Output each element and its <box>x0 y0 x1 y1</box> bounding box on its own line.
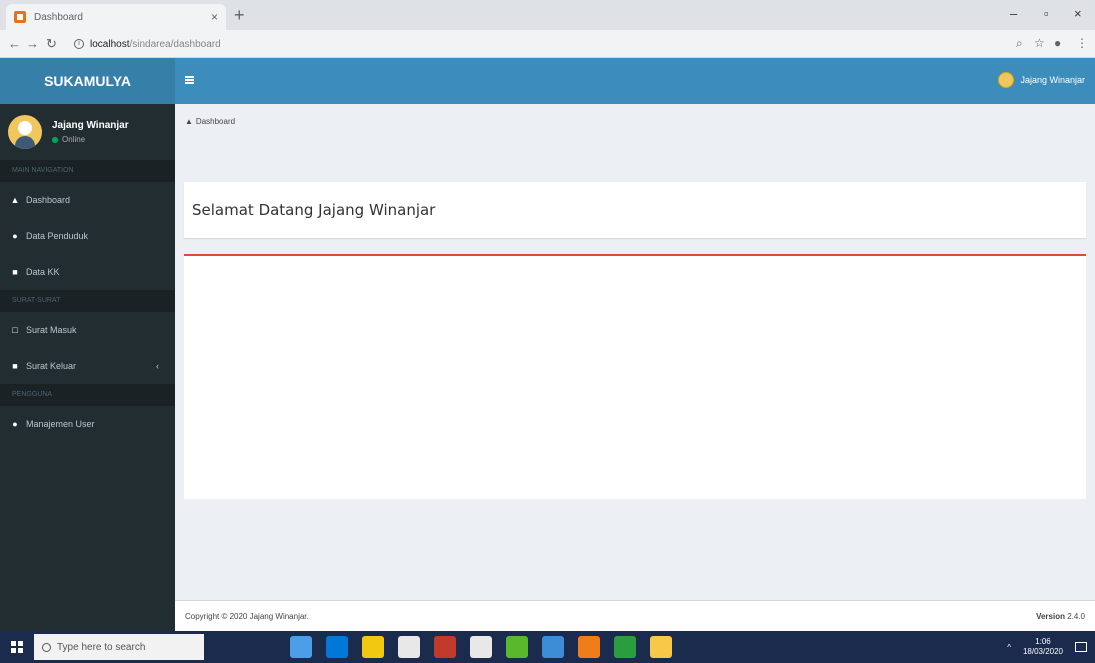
chevron-left-icon: ‹ <box>156 361 159 371</box>
sidebar-item-label: Surat Keluar <box>26 361 77 371</box>
user-panel: Jajang Winanjar Online <box>0 104 175 160</box>
taskbar-app-icon[interactable] <box>398 636 420 658</box>
url-host: localhost <box>90 38 130 50</box>
favicon-icon <box>14 11 26 23</box>
sidebar-item-label: Data KK <box>26 267 60 277</box>
back-arrow-icon[interactable]: ← <box>8 36 21 51</box>
taskbar-app-icon[interactable] <box>362 636 384 658</box>
tab-close-icon[interactable]: × <box>211 10 218 24</box>
zoom-icon[interactable]: ⌕ <box>1016 36 1023 51</box>
address-bar[interactable]: i localhost /sindarea/dashboard <box>70 34 990 54</box>
sidebar-item-label: Data Penduduk <box>26 231 89 241</box>
user-menu[interactable]: Jajang Winanjar <box>998 72 1085 88</box>
reload-icon[interactable]: ↻ <box>46 36 57 52</box>
user-status: Online <box>52 135 129 144</box>
sidebar-item-surat-masuk[interactable]: □ Surat Masuk <box>0 312 175 348</box>
sidebar: Jajang Winanjar Online MAIN NAVIGATION ▲… <box>0 104 175 631</box>
search-icon <box>42 642 51 652</box>
user-avatar-small <box>998 72 1015 88</box>
sidebar-item-label: Surat Masuk <box>26 325 77 335</box>
user-menu-name: Jajang Winanjar <box>1020 75 1085 85</box>
taskbar-app-icons <box>290 636 686 658</box>
sidebar-header-surat: SURAT-SURAT <box>0 290 175 312</box>
tab-title: Dashboard <box>34 11 83 23</box>
minimize-button[interactable]: – <box>1010 6 1017 21</box>
new-tab-button[interactable]: + <box>234 6 245 24</box>
profile-icon[interactable]: ● <box>1054 36 1061 50</box>
taskbar-search[interactable]: Type here to search <box>34 634 204 660</box>
sidebar-item-label: Dashboard <box>26 195 71 205</box>
envelope-icon: □ <box>12 325 18 335</box>
clock-date: 18/03/2020 <box>1022 647 1063 656</box>
sidebar-item-data-kk[interactable]: ■ Data KK <box>0 254 175 290</box>
system-tray: ^ 1:06 18/03/2020 <box>1007 631 1087 663</box>
start-button[interactable] <box>0 631 34 663</box>
browser-toolbar: ← → ↻ i localhost /sindarea/dashboard ⌕ … <box>0 30 1095 58</box>
taskbar-app-icon[interactable] <box>542 636 564 658</box>
bookmark-star-icon[interactable]: ☆ <box>1034 36 1045 50</box>
envelope-filled-icon: ■ <box>12 361 18 371</box>
sidebar-header-pengguna: PENGGUNA <box>0 384 175 406</box>
taskbar-app-icon[interactable] <box>470 636 492 658</box>
taskbar-app-icon[interactable] <box>290 636 312 658</box>
user-manage-icon: ● <box>12 419 18 429</box>
users-icon: ■ <box>12 267 18 277</box>
hamburger-menu-icon[interactable] <box>185 76 194 84</box>
version-value: 2.4.0 <box>1067 611 1085 621</box>
browser-tab[interactable]: Dashboard × <box>6 4 226 30</box>
sidebar-item-dashboard[interactable]: ▲ Dashboard <box>0 182 175 218</box>
close-window-button[interactable]: × <box>1074 6 1082 21</box>
version-label: Version <box>1036 611 1065 621</box>
clock-time: 1:06 <box>1035 637 1051 646</box>
app-window: SUKAMULYA Jajang Winanjar Jajang Winanja… <box>0 58 1095 631</box>
taskbar-app-icon[interactable] <box>434 636 456 658</box>
footer-version: Version 2.4.0 <box>1036 612 1085 621</box>
browser-tab-bar: Dashboard × + – ▫ × <box>0 0 1095 30</box>
menu-dots-icon[interactable]: ⋮ <box>1076 36 1088 50</box>
sidebar-item-surat-keluar[interactable]: ■ Surat Keluar ‹ <box>0 348 175 384</box>
home-icon: ▲ <box>10 195 20 205</box>
breadcrumb: ▲ Dashboard <box>175 104 1095 138</box>
taskbar-app-icon[interactable] <box>578 636 600 658</box>
content-box <box>184 254 1086 499</box>
os-taskbar: Type here to search ^ 1:06 18/03/2020 <box>0 631 1095 663</box>
windows-logo-icon <box>11 641 23 653</box>
forward-arrow-icon[interactable]: → <box>26 36 39 51</box>
sidebar-item-manajemen-user[interactable]: ● Manajemen User <box>0 406 175 442</box>
main-content: ▲ Dashboard Selamat Datang Jajang Winanj… <box>175 104 1095 600</box>
user-status-label: Online <box>62 135 86 144</box>
top-navbar: Jajang Winanjar <box>175 58 1095 104</box>
breadcrumb-link[interactable]: Dashboard <box>196 117 235 126</box>
tray-chevron-icon[interactable]: ^ <box>1007 643 1011 652</box>
taskbar-app-icon[interactable] <box>506 636 528 658</box>
user-icon: ● <box>12 231 18 241</box>
footer-copyright: Copyright © 2020 Jajang Winanjar. <box>185 611 309 621</box>
welcome-text: Selamat Datang Jajang Winanjar <box>192 201 436 219</box>
sidebar-item-label: Manajemen User <box>26 419 95 429</box>
footer: Copyright © 2020 Jajang Winanjar. Versio… <box>175 600 1095 631</box>
taskbar-search-placeholder: Type here to search <box>57 641 146 653</box>
app-logo[interactable]: SUKAMULYA <box>0 58 175 104</box>
online-status-icon <box>52 136 58 143</box>
taskbar-app-icon[interactable] <box>614 636 636 658</box>
sidebar-user-name: Jajang Winanjar <box>52 120 129 131</box>
sidebar-item-data-penduduk[interactable]: ● Data Penduduk <box>0 218 175 254</box>
url-path: /sindarea/dashboard <box>129 38 221 50</box>
taskbar-app-icon[interactable] <box>326 636 348 658</box>
clock[interactable]: 1:06 18/03/2020 <box>1023 637 1063 657</box>
taskbar-app-icon[interactable] <box>650 636 672 658</box>
avatar <box>8 115 42 149</box>
notification-icon[interactable] <box>1075 642 1087 652</box>
maximize-button[interactable]: ▫ <box>1044 6 1049 21</box>
sidebar-header-main: MAIN NAVIGATION <box>0 160 175 182</box>
welcome-box: Selamat Datang Jajang Winanjar <box>184 182 1086 238</box>
dashboard-icon: ▲ <box>185 116 193 126</box>
info-icon[interactable]: i <box>74 39 84 49</box>
